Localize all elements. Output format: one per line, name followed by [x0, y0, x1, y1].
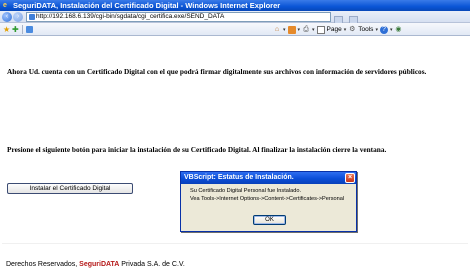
dialog-message-line1: Su Certificado Digital Personal fue Inst… — [190, 188, 302, 194]
instructions-text: Presione el siguiente botón para iniciar… — [7, 145, 387, 154]
address-bar-tools — [334, 12, 466, 25]
page-caret-icon[interactable]: ▾ — [344, 27, 347, 33]
window-titlebar: e SeguriDATA, Instalación del Certificad… — [0, 0, 470, 11]
print-icon[interactable]: ⎙ — [302, 26, 310, 34]
feeds-icon[interactable] — [287, 25, 296, 34]
footer-brand-seguri: Seguri — [79, 261, 101, 268]
ie-app-icon: e — [3, 2, 7, 9]
research-icon[interactable]: ◉ — [394, 26, 402, 34]
dialog-title: VBScript: Estatus de Instalación. — [184, 174, 294, 181]
tools-caret-icon[interactable]: ▾ — [375, 27, 378, 33]
dialog-titlebar: VBScript: Estatus de Instalación. × — [181, 172, 356, 184]
command-tools: ⌂ ▾ ▾ ⎙ ▾ Page ▾ ⚙ Tools ▾ ? ▾ ◉ — [273, 24, 402, 35]
feeds-caret-icon[interactable]: ▾ — [298, 27, 301, 33]
toolbar-divider — [22, 25, 23, 34]
horizontal-divider — [2, 243, 468, 244]
ok-button[interactable]: OK — [253, 215, 286, 225]
dialog-message: Su Certificado Digital Personal fue Inst… — [190, 188, 344, 203]
home-caret-icon[interactable]: ▾ — [283, 27, 286, 33]
url-text: http://192.168.6.139/cgi-bin/sgdata/cgi_… — [36, 13, 225, 20]
add-favorite-icon[interactable]: ✚ — [12, 25, 19, 34]
close-icon[interactable]: × — [345, 173, 355, 183]
page-menu-icon[interactable] — [316, 25, 325, 34]
back-arrow-icon[interactable]: ‹ — [2, 12, 12, 22]
forward-arrow-icon[interactable]: › — [13, 12, 23, 22]
tab-page-icon — [26, 26, 33, 33]
home-icon[interactable]: ⌂ — [273, 26, 281, 34]
print-caret-icon[interactable]: ▾ — [312, 27, 315, 33]
page-menu-label[interactable]: Page — [327, 26, 342, 33]
tools-menu-label[interactable]: Tools — [358, 26, 373, 33]
tools-gear-icon[interactable]: ⚙ — [348, 26, 356, 34]
page-favicon-icon — [29, 14, 35, 20]
help-caret-icon[interactable]: ▾ — [390, 27, 393, 33]
help-icon[interactable]: ? — [379, 25, 388, 34]
address-bar: ‹ › http://192.168.6.139/cgi-bin/sgdata/… — [0, 11, 470, 25]
window-title: SeguriDATA, Instalación del Certificado … — [13, 1, 281, 10]
footer-prefix: Derechos Reservados, — [6, 261, 80, 268]
url-field[interactable]: http://192.168.6.139/cgi-bin/sgdata/cgi_… — [26, 12, 331, 22]
footer-copyright: Derechos Reservados, SeguriDATA Privada … — [6, 261, 185, 268]
dialog-message-line2: Vea Tools->Internet Options->Content->Ce… — [190, 195, 345, 202]
favorites-star-icon[interactable]: ★ — [3, 25, 10, 34]
vbscript-dialog: VBScript: Estatus de Instalación. × Su C… — [180, 171, 357, 232]
command-bar: ★ ✚ ⌂ ▾ ▾ ⎙ ▾ Page ▾ ⚙ Tools ▾ ? ▾ ◉ — [0, 23, 470, 36]
footer-brand-data: DATA — [100, 261, 120, 268]
footer-suffix: Privada S.A. de C.V. — [119, 261, 185, 268]
certificate-info-text: Ahora Ud. cuenta con un Certificado Digi… — [7, 67, 427, 76]
install-certificate-button[interactable]: Instalar el Certificado Digital — [7, 183, 133, 194]
